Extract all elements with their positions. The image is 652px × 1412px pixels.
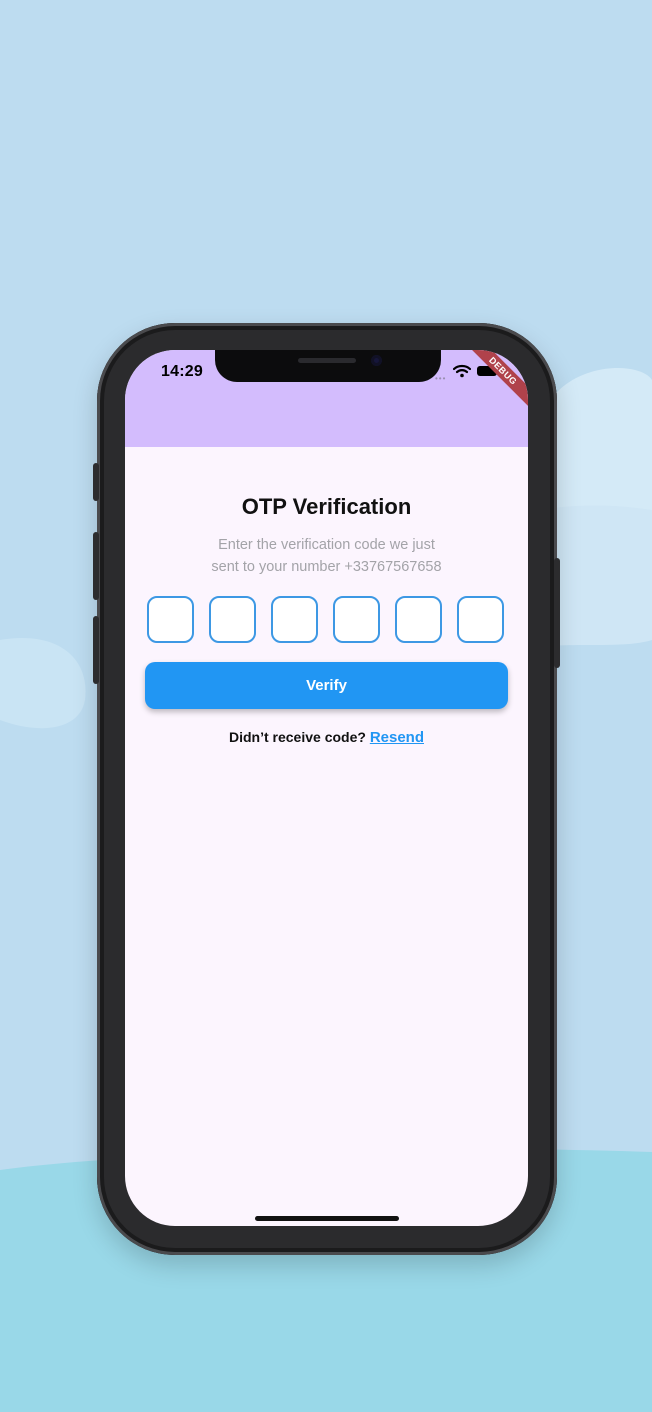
resend-link[interactable]: Resend: [370, 729, 424, 746]
earpiece-speaker: [298, 358, 356, 363]
home-indicator[interactable]: [255, 1216, 399, 1221]
status-dots: •••: [435, 374, 447, 383]
otp-digit-4[interactable]: [333, 596, 380, 643]
phone-volume-up: [93, 532, 99, 600]
otp-digit-6[interactable]: [457, 596, 504, 643]
phone-power-button: [554, 558, 560, 668]
subtitle-line-2: sent to your number +33767567658: [211, 559, 442, 575]
resend-prompt: Didn’t receive code?: [228, 729, 366, 745]
phone-notch: [215, 350, 441, 382]
page-title: OTP Verification: [241, 494, 412, 519]
page-subtitle: Enter the verification code we just sent…: [175, 534, 478, 578]
front-camera: [371, 355, 382, 366]
otp-digit-5[interactable]: [395, 596, 442, 643]
otp-digit-1[interactable]: [147, 596, 194, 643]
phone-volume-down: [93, 616, 99, 684]
verify-button[interactable]: Verify: [145, 662, 508, 709]
status-time: 14:29: [161, 363, 203, 380]
subtitle-line-1: Enter the verification code we just: [218, 537, 435, 553]
wifi-icon: [453, 364, 471, 378]
otp-digit-2[interactable]: [209, 596, 256, 643]
phone-silent-switch: [93, 463, 99, 501]
otp-digit-3[interactable]: [271, 596, 318, 643]
otp-input-row: [147, 596, 507, 644]
resend-row: Didn’t receive code? Resend: [125, 729, 528, 746]
phone-screen: 14:29 ••• DEBUG OTP Verification Enter t…: [125, 350, 528, 1226]
